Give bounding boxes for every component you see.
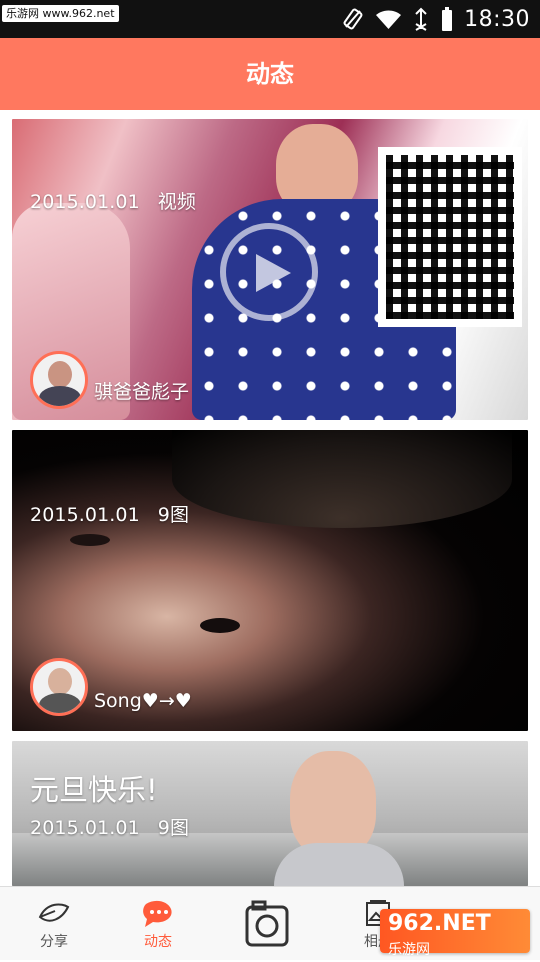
status-bar: 乐游网 www.962.net 18:30	[0, 0, 540, 38]
post-type: 视频	[157, 191, 196, 213]
nav-share-label: 分享	[40, 934, 68, 950]
author-avatar[interactable]	[30, 351, 88, 409]
nav-activity-label: 动态	[144, 934, 172, 950]
avatar-body	[39, 386, 81, 406]
chat-bubble-icon	[143, 900, 172, 927]
rotation-lock-icon	[343, 8, 363, 30]
battery-icon	[442, 6, 453, 31]
watermark: 乐游网 www.962.net	[2, 5, 119, 22]
post-date-text: 2015.01.01	[30, 191, 140, 213]
camera-button[interactable]	[242, 899, 292, 949]
post-date-text: 2015.01.01	[30, 817, 140, 839]
post-type: 9图	[157, 504, 190, 526]
play-icon	[256, 254, 291, 292]
watermark-logo-text: 962.NET	[388, 911, 491, 936]
nav-share[interactable]: 分享	[0, 887, 108, 961]
photo-tent-floor	[12, 833, 528, 886]
feed-card-photos[interactable]: 元旦快乐! 2015.01.01 9图	[12, 741, 528, 886]
post-date: 2015.01.01 视频	[30, 187, 196, 214]
app-bar: 动态	[0, 38, 540, 110]
photo-child-shirt	[274, 843, 404, 886]
activity-feed[interactable]: 2015.01.01 视频 骐爸爸彪子 2015.01.01 9图 Song♥→♥ …	[0, 110, 540, 886]
photo-eye-left	[70, 534, 110, 546]
post-date: 2015.01.01 9图	[30, 813, 189, 840]
leaf-icon	[38, 903, 70, 922]
feed-card-video[interactable]: 2015.01.01 视频 骐爸爸彪子	[12, 119, 528, 420]
photo-qr-code	[378, 147, 522, 327]
wifi-icon	[376, 10, 402, 29]
author-name[interactable]: Song♥→♥	[94, 690, 192, 712]
feed-card-photos[interactable]: 2015.01.01 9图 Song♥→♥	[12, 430, 528, 731]
status-icons: 18:30	[341, 4, 530, 34]
photo-eye-right	[200, 618, 240, 633]
photo-hat	[172, 430, 512, 528]
play-button[interactable]	[220, 223, 318, 321]
status-time: 18:30	[464, 6, 530, 32]
author-name[interactable]: 骐爸爸彪子	[94, 377, 189, 404]
page-title: 动态	[246, 60, 294, 88]
camera-icon	[245, 900, 289, 947]
avatar-face	[48, 361, 72, 388]
avatar-body	[39, 693, 81, 713]
nav-activity[interactable]: 动态	[104, 887, 212, 961]
signal-icon	[415, 7, 427, 31]
post-date-text: 2015.01.01	[30, 504, 140, 526]
post-type: 9图	[157, 817, 190, 839]
watermark-logo-subtitle: 乐游网	[388, 942, 430, 958]
bottom-navigation: 分享 动态 相册 962.NET 乐游网	[0, 886, 540, 960]
post-date: 2015.01.01 9图	[30, 500, 189, 527]
post-title: 元旦快乐!	[30, 773, 158, 807]
avatar-face	[48, 668, 72, 695]
watermark-logo: 962.NET 乐游网	[380, 909, 530, 958]
author-avatar[interactable]	[30, 658, 88, 716]
photo-child-head	[290, 751, 376, 857]
